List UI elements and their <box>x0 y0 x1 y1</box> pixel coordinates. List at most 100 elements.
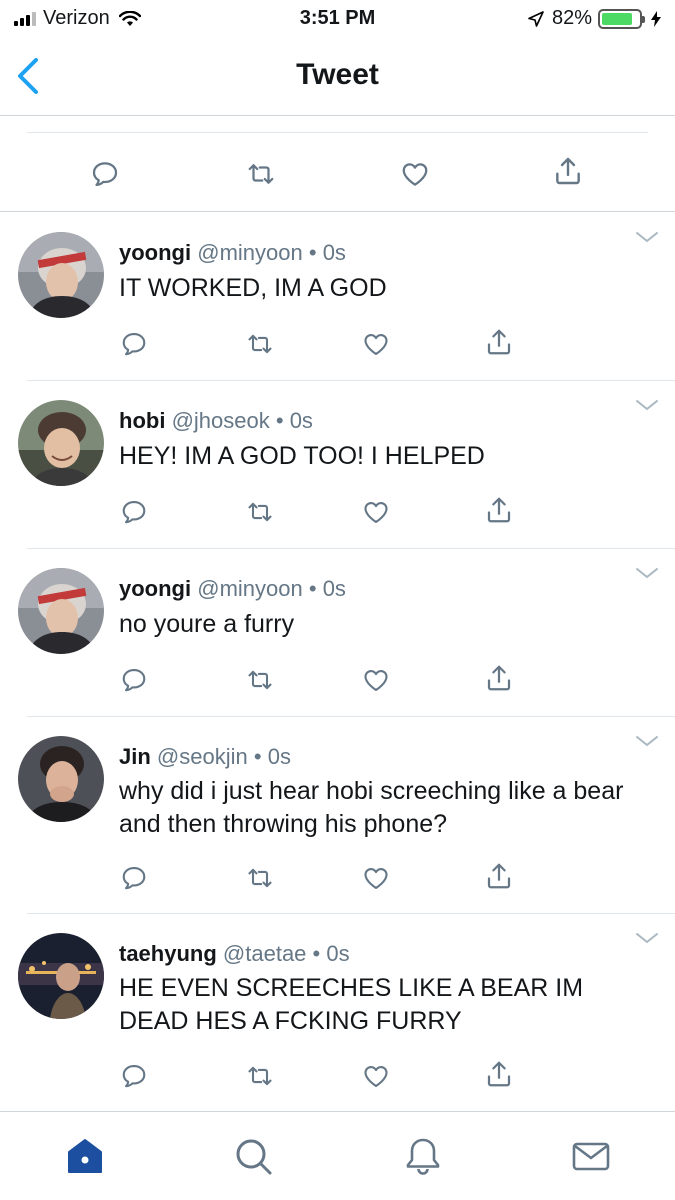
share-icon <box>552 154 584 188</box>
separator: • <box>253 744 262 769</box>
separator: • <box>312 941 321 966</box>
share-icon <box>484 662 514 694</box>
chevron-down-icon[interactable] <box>635 566 659 580</box>
like-button[interactable] <box>398 157 432 191</box>
share-icon <box>484 494 514 526</box>
search-icon <box>236 1139 272 1175</box>
reply-icon <box>120 666 148 694</box>
tab-messages[interactable] <box>569 1134 613 1178</box>
tweet-header: yoongi @minyoon • 0s <box>119 576 346 602</box>
tweet-text: HE EVEN SCREECHES LIKE A BEAR IM DEAD HE… <box>119 974 584 1035</box>
retweet-button[interactable] <box>243 495 277 529</box>
heart-icon <box>362 666 390 694</box>
heart-icon <box>362 864 390 892</box>
display-name[interactable]: yoongi <box>119 576 191 601</box>
share-button[interactable] <box>482 493 516 527</box>
timestamp: 0s <box>289 408 313 433</box>
heart-icon <box>362 1062 390 1090</box>
like-button[interactable] <box>359 861 393 895</box>
reply-icon <box>120 498 148 526</box>
tab-notifications[interactable] <box>401 1134 445 1178</box>
reply-tweet[interactable]: hobi @jhoseok • 0s HEY! IM A GOD TOO! I … <box>0 381 675 549</box>
reply-icon <box>90 159 120 189</box>
display-name[interactable]: hobi <box>119 408 165 433</box>
share-icon <box>484 860 514 892</box>
avatar[interactable] <box>18 232 104 318</box>
separator: • <box>308 240 317 265</box>
tab-search[interactable] <box>231 1134 275 1178</box>
tweet-text: why did i just hear hobi screeching like… <box>119 777 624 838</box>
chevron-down-icon[interactable] <box>635 230 659 244</box>
avatar[interactable] <box>18 933 104 1019</box>
tab-home[interactable] <box>63 1134 107 1178</box>
display-name[interactable]: yoongi <box>119 240 191 265</box>
divider <box>27 132 648 133</box>
charging-icon <box>651 10 661 27</box>
reply-button[interactable] <box>117 1059 151 1093</box>
reply-icon <box>120 1062 148 1090</box>
reply-button[interactable] <box>88 157 122 191</box>
retweet-icon <box>244 666 276 694</box>
page-title: Tweet <box>296 58 379 91</box>
reply-button[interactable] <box>117 327 151 361</box>
reply-icon <box>120 864 148 892</box>
retweet-button[interactable] <box>243 1059 277 1093</box>
like-button[interactable] <box>359 1059 393 1093</box>
reply-button[interactable] <box>117 663 151 697</box>
display-name[interactable]: Jin <box>119 744 151 769</box>
reply-tweet[interactable]: Jin @seokjin • 0s why did i just hear ho… <box>0 717 675 914</box>
mail-icon <box>572 1142 610 1171</box>
share-button[interactable] <box>551 154 585 188</box>
share-icon <box>484 1058 514 1090</box>
bell-icon <box>406 1138 440 1175</box>
reply-tweet[interactable]: yoongi @minyoon • 0s no youre a furry <box>0 549 675 717</box>
chevron-down-icon[interactable] <box>635 398 659 412</box>
timestamp: 0s <box>267 744 291 769</box>
reply-tweet[interactable]: yoongi @minyoon • 0s IT WORKED, IM A GOD <box>0 212 675 381</box>
like-button[interactable] <box>359 663 393 697</box>
handle: @minyoon <box>197 576 303 601</box>
reply-icon <box>120 330 148 358</box>
tweet-text: HEY! IM A GOD TOO! I HELPED <box>119 442 485 470</box>
handle: @seokjin <box>156 744 248 769</box>
reply-button[interactable] <box>117 495 151 529</box>
chevron-down-icon[interactable] <box>635 734 659 748</box>
timestamp: 0s <box>326 941 350 966</box>
tweet-text: no youre a furry <box>119 610 295 638</box>
tweet-header: Jin @seokjin • 0s <box>119 744 291 770</box>
like-button[interactable] <box>359 495 393 529</box>
share-button[interactable] <box>482 859 516 893</box>
handle: @taetae <box>222 941 307 966</box>
display-name[interactable]: taehyung <box>119 941 217 966</box>
share-icon <box>484 326 514 358</box>
like-button[interactable] <box>359 327 393 361</box>
home-icon <box>68 1139 102 1173</box>
chevron-down-icon[interactable] <box>635 931 659 945</box>
timestamp: 0s <box>322 576 346 601</box>
share-button[interactable] <box>482 325 516 359</box>
avatar[interactable] <box>18 736 104 822</box>
avatar[interactable] <box>18 400 104 486</box>
status-right: 82% <box>528 7 661 30</box>
share-button[interactable] <box>482 1057 516 1091</box>
handle: @minyoon <box>197 240 303 265</box>
retweet-button[interactable] <box>243 663 277 697</box>
nav-bar: Tweet <box>0 38 675 116</box>
separator: • <box>308 576 317 601</box>
retweet-button[interactable] <box>243 327 277 361</box>
retweet-button[interactable] <box>243 861 277 895</box>
retweet-icon <box>244 1062 276 1090</box>
avatar[interactable] <box>18 568 104 654</box>
retweet-button[interactable] <box>244 157 278 191</box>
reply-tweet[interactable]: taehyung @taetae • 0s HE EVEN SCREECHES … <box>0 914 675 1111</box>
heart-icon <box>362 330 390 358</box>
battery-icon <box>598 8 645 29</box>
heart-icon <box>400 159 430 189</box>
tweet-text: IT WORKED, IM A GOD <box>119 274 387 302</box>
retweet-icon <box>244 498 276 526</box>
tweet-header: hobi @jhoseok • 0s <box>119 408 313 434</box>
retweet-icon <box>244 159 278 189</box>
share-button[interactable] <box>482 661 516 695</box>
reply-button[interactable] <box>117 861 151 895</box>
handle: @jhoseok <box>171 408 270 433</box>
